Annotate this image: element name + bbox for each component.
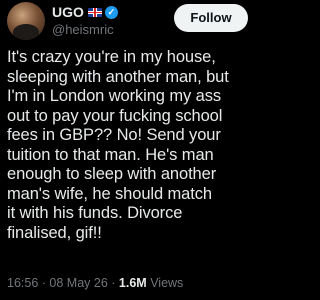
author-row: UGO ✓ (52, 3, 118, 21)
tweet-card: UGO ✓ @heismric Follow It's crazy you're… (0, 0, 265, 300)
follow-button[interactable]: Follow (174, 4, 248, 32)
views-label: Views (150, 276, 184, 290)
tweet-line: It's crazy you're in my house, (7, 48, 216, 66)
tweet-line: enough to sleep with another (7, 165, 217, 183)
tweet-meta: 16:56 · 08 May 26 · 1.6M Views (7, 276, 183, 290)
views-count: 1.6M (118, 276, 147, 290)
tweet-line: it with his funds. Divorce (7, 204, 183, 222)
uk-flag-icon (87, 7, 102, 17)
tweet-line: finalised, gif!! (7, 223, 102, 242)
tweet-line: tuition to that man. He's man (7, 145, 214, 164)
tweet-time[interactable]: 16:56 (7, 276, 38, 290)
tweet-line: I'm in London working my ass (7, 87, 222, 105)
tweet-line: fees in GBP?? No! Send your (7, 126, 221, 144)
meta-separator: · (111, 276, 119, 290)
tweet-line: sleeping with another man, but (7, 67, 229, 86)
author-name[interactable]: UGO (52, 4, 84, 20)
author-handle[interactable]: @heismric (52, 22, 114, 37)
tweet-date[interactable]: 08 May 26 (49, 276, 107, 290)
verified-badge-icon: ✓ (104, 5, 118, 19)
tweet-text: It's crazy you're in my house, sleeping … (7, 48, 263, 243)
tweet-line: out to pay your fucking school (7, 106, 223, 125)
tweet-line: man's wife, he should match (7, 184, 212, 203)
avatar[interactable] (7, 2, 45, 40)
avatar-silhouette (13, 24, 39, 40)
